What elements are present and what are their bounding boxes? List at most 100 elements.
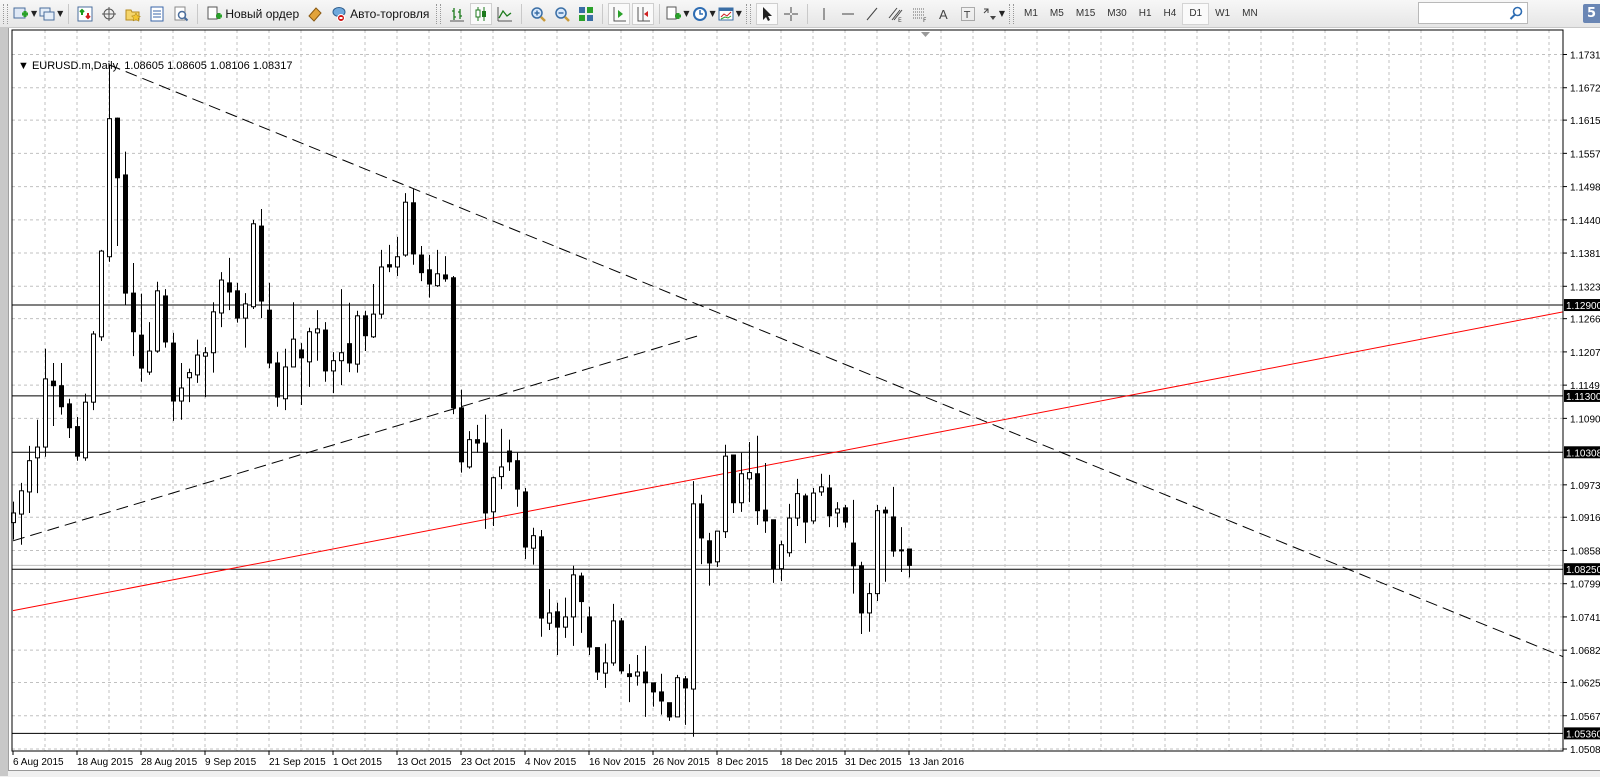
- timeframe-mn[interactable]: MN: [1236, 3, 1264, 25]
- price-chart[interactable]: 1.17310 1.16725 1.16155 1.15570 1.14985 1.144…: [0, 28, 1600, 776]
- candle-body: [259, 225, 264, 302]
- timeframe-bar: M1 M5 M15 M30 H1 H4 D1 W1 MN: [1018, 2, 1264, 25]
- date-tick-label: 28 Aug 2015: [141, 757, 198, 768]
- timeframe-m1[interactable]: M1: [1018, 3, 1044, 25]
- autoscroll-button[interactable]: [608, 2, 631, 25]
- candle-body: [355, 315, 360, 365]
- crosshair-icon: [783, 6, 799, 22]
- candle-body: [419, 254, 424, 274]
- toolbar-grip[interactable]: [1009, 3, 1014, 24]
- left-panel-splitter[interactable]: [0, 28, 9, 776]
- bar-chart-icon: [449, 6, 465, 22]
- bar-chart-button[interactable]: [446, 3, 468, 25]
- date-tick-label: 18 Dec 2015: [781, 757, 838, 768]
- templates-button[interactable]: ▼: [718, 3, 742, 25]
- candle-body: [171, 342, 176, 402]
- horizontal-line-tool-button[interactable]: [837, 3, 859, 25]
- new-order-button[interactable]: Новый ордер: [203, 3, 302, 25]
- price-tick-label: 1.13815: [1570, 249, 1600, 260]
- candle-body: [107, 118, 112, 258]
- date-tick-label: 13 Oct 2015: [397, 757, 452, 768]
- data-window-button[interactable]: [98, 3, 120, 25]
- cursor-tool-button[interactable]: [755, 2, 778, 25]
- crosshair-tool-button[interactable]: [780, 3, 802, 25]
- candlestick-chart-button[interactable]: [470, 2, 493, 25]
- toolbar-grip[interactable]: [3, 3, 8, 24]
- autotrading-button[interactable]: Авто-торговля: [328, 3, 432, 25]
- candle-body: [779, 544, 784, 570]
- timeframe-h4[interactable]: H4: [1158, 3, 1183, 25]
- strategy-tester-button[interactable]: [170, 3, 192, 25]
- equidistant-channel-tool-button[interactable]: E: [885, 3, 907, 25]
- vertical-line-tool-button[interactable]: [813, 3, 835, 25]
- candle-body: [875, 510, 880, 595]
- navigator-button[interactable]: [122, 3, 144, 25]
- candle-body: [307, 331, 312, 363]
- timeframe-h1[interactable]: H1: [1133, 3, 1158, 25]
- chart-shift-marker-icon: [921, 32, 930, 37]
- zoom-in-button[interactable]: [527, 3, 549, 25]
- candle-body: [827, 487, 832, 517]
- line-chart-button[interactable]: [494, 3, 516, 25]
- toolbar-grip[interactable]: [436, 3, 442, 24]
- zoom-out-button[interactable]: [551, 3, 573, 25]
- candle-body: [67, 403, 72, 429]
- price-tick-label: 1.16155: [1570, 116, 1600, 127]
- candle-body: [163, 295, 168, 343]
- chart-shift-button[interactable]: [632, 2, 655, 25]
- candle-body: [851, 542, 856, 567]
- notifications-badge[interactable]: 5: [1583, 4, 1600, 23]
- trendline-tool-button[interactable]: [861, 3, 883, 25]
- text-label-tool-button[interactable]: T: [957, 3, 979, 25]
- timeframe-m15[interactable]: M15: [1070, 3, 1101, 25]
- toolbar-grip[interactable]: [745, 3, 751, 24]
- candle-body: [363, 315, 368, 337]
- candle-body: [867, 593, 872, 614]
- timeframe-d1[interactable]: D1: [1182, 2, 1210, 25]
- fibonacci-tool-button[interactable]: F: [909, 3, 931, 25]
- arrows-tool-button[interactable]: ▼: [981, 3, 1005, 25]
- candle-body: [51, 380, 56, 387]
- candlestick-icon: [473, 6, 489, 22]
- search-input[interactable]: [1421, 4, 1513, 24]
- legend-close: 1.08317: [252, 60, 293, 72]
- folder-star-icon: [125, 6, 142, 22]
- templates-icon: [718, 6, 734, 22]
- price-tick-label: 1.12075: [1570, 348, 1600, 359]
- price-tick-label: 1.06255: [1570, 679, 1600, 690]
- indicators-button[interactable]: ▼: [665, 3, 690, 25]
- candle-body: [891, 516, 896, 552]
- horizontal-level-price-label: 1.05360: [1566, 729, 1600, 740]
- svg-text:F: F: [923, 17, 927, 22]
- metaeditor-book-icon: [307, 6, 323, 22]
- candle-body: [275, 362, 280, 398]
- chevron-down-icon: ▼: [31, 9, 38, 18]
- periods-button[interactable]: ▼: [692, 3, 716, 25]
- candle-body: [195, 354, 200, 376]
- candle-body: [427, 269, 432, 285]
- candle-body: [651, 682, 656, 693]
- candle-body: [563, 616, 568, 628]
- svg-text:T: T: [963, 10, 971, 21]
- market-watch-button[interactable]: [74, 3, 96, 25]
- price-tick-label: 1.05670: [1570, 712, 1600, 723]
- line-chart-icon: [497, 6, 513, 22]
- candle-body: [323, 329, 328, 372]
- chart-window[interactable]: 1.17310 1.16725 1.16155 1.15570 1.14985 1.144…: [0, 28, 1600, 776]
- timeframe-w1[interactable]: W1: [1209, 3, 1236, 25]
- horizontal-level-price-label: 1.08250: [1566, 565, 1600, 576]
- search-box[interactable]: [1418, 2, 1528, 24]
- search-icon[interactable]: [1509, 6, 1523, 20]
- new-chart-button[interactable]: ▼: [13, 3, 37, 25]
- candle-body: [451, 277, 456, 409]
- metaeditor-button[interactable]: [304, 3, 326, 25]
- date-tick-label: 6 Aug 2015: [13, 757, 64, 768]
- tile-windows-button[interactable]: [575, 3, 597, 25]
- timeframe-m30[interactable]: M30: [1101, 3, 1132, 25]
- timeframe-m5[interactable]: M5: [1044, 3, 1070, 25]
- toolbar-separator: [659, 3, 661, 24]
- profiles-button[interactable]: ▼: [39, 3, 63, 25]
- candle-body: [315, 328, 320, 334]
- terminal-button[interactable]: [146, 3, 168, 25]
- text-tool-button[interactable]: A: [933, 3, 955, 25]
